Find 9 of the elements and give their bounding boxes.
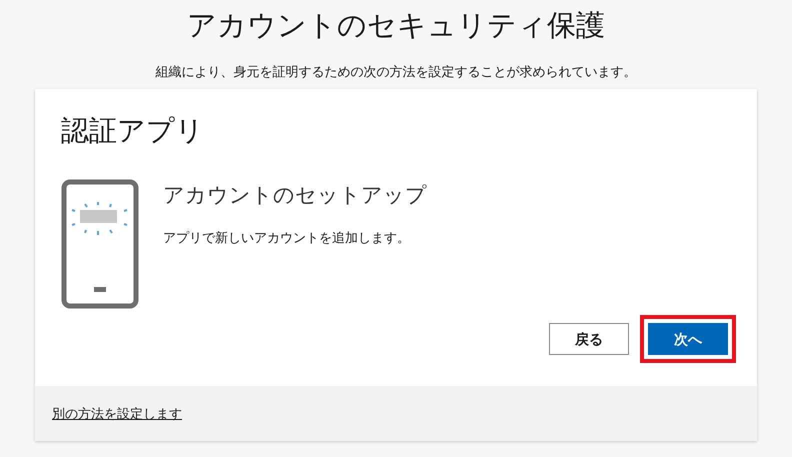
page-title: アカウントのセキュリティ保護 — [187, 9, 605, 44]
next-button[interactable]: 次へ — [648, 323, 728, 355]
back-button[interactable]: 戻る — [549, 323, 629, 355]
card-title: 認証アプリ — [61, 114, 205, 148]
section-description: アプリで新しいアカウントを追加します。 — [163, 229, 411, 247]
phone-icon — [61, 179, 139, 309]
section-heading: アカウントのセットアップ — [163, 183, 427, 209]
page-subtitle: 組織により、身元を証明するための次の方法を設定することが求められています。 — [156, 63, 636, 81]
other-method-link[interactable]: 別の方法を設定します — [52, 404, 182, 424]
